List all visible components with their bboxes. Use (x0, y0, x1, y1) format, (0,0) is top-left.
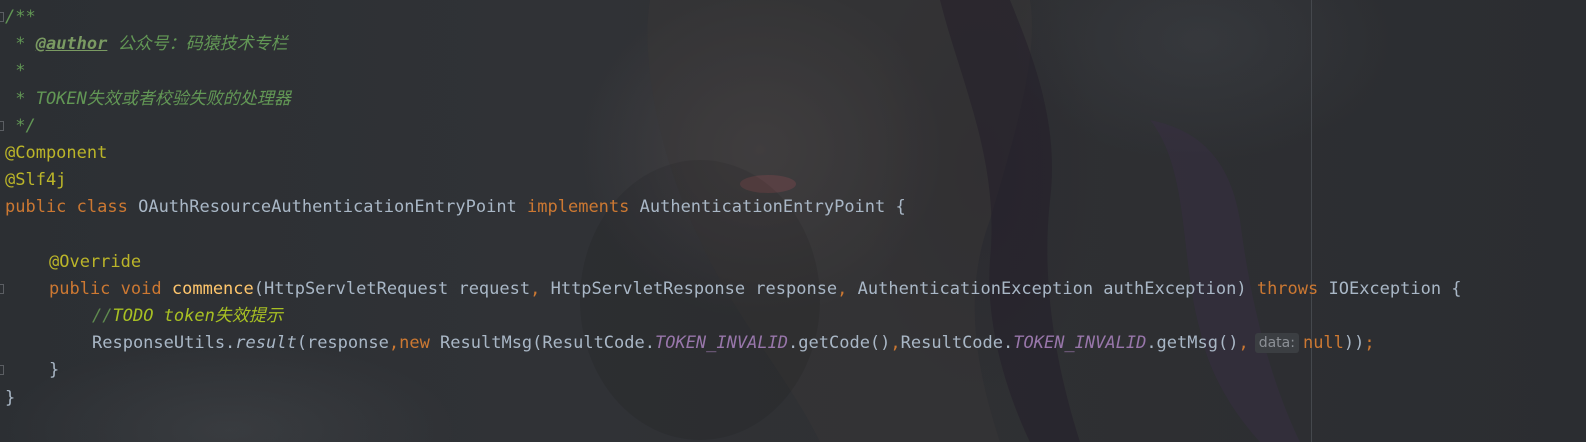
todo-comment: TODO token失效提示 (112, 306, 283, 327)
class-name[interactable]: OAuthResourceAuthenticationEntryPoint (128, 197, 527, 217)
code-line: * @author 公众号：码猿技术专栏 (5, 34, 288, 55)
fold-marker[interactable] (0, 283, 4, 294)
code-line: public void commence(HttpServletRequest … (0, 276, 1586, 303)
code-line: * TOKEN失效或者校验失败的处理器 (0, 86, 1586, 113)
method-close-brace: } (49, 360, 60, 381)
fold-marker[interactable] (0, 120, 4, 131)
fold-marker[interactable] (0, 12, 4, 22)
method-name-commence[interactable]: commence (172, 279, 254, 299)
code-editor[interactable]: /** * @author 公众号：码猿技术专栏 * * TOKEN失效或者校验… (0, 0, 1586, 442)
code-line: @Slf4j (0, 167, 1586, 194)
annotation-component[interactable]: @Component (5, 143, 107, 163)
code-line: @Component (0, 140, 1586, 167)
interface-name[interactable]: AuthenticationEntryPoint { (629, 197, 906, 217)
javadoc-close: */ (5, 115, 36, 136)
class-close-brace: } (5, 387, 16, 408)
fold-marker[interactable] (0, 365, 4, 376)
method-call-result[interactable]: result (235, 333, 296, 353)
code-area[interactable]: /** * @author 公众号：码猿技术专栏 * * TOKEN失效或者校验… (0, 4, 1586, 412)
annotation-slf4j[interactable]: @Slf4j (5, 170, 66, 190)
javadoc-open: /** (5, 7, 36, 27)
static-field-token-invalid[interactable]: TOKEN_INVALID (1013, 333, 1146, 353)
code-line: ResponseUtils.result(response,new Result… (92, 333, 1375, 354)
code-line: /** (0, 4, 1586, 31)
static-field-token-invalid[interactable]: TOKEN_INVALID (655, 333, 788, 353)
code-line: * (5, 61, 26, 82)
code-line: @Override (0, 249, 1586, 276)
code-line: } (0, 385, 1586, 412)
code-line: */ (0, 113, 1586, 140)
annotation-override[interactable]: @Override (49, 252, 141, 272)
parameter-inlay-hint: data: (1254, 333, 1299, 354)
code-line: } (0, 357, 1586, 384)
javadoc-author-tag[interactable]: @author (36, 34, 108, 54)
code-line: public class OAuthResourceAuthentication… (5, 197, 906, 218)
javadoc-description: * TOKEN失效或者校验失败的处理器 (5, 88, 291, 109)
code-line: //TODO token失效提示 (92, 306, 283, 327)
